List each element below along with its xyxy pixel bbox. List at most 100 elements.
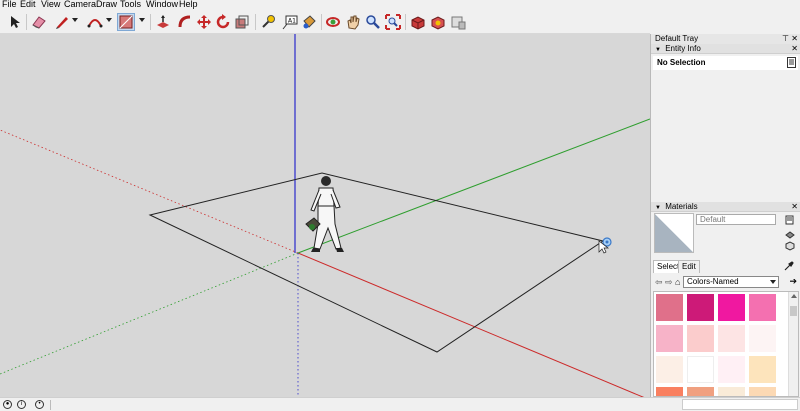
material-swatch-grid bbox=[653, 291, 799, 397]
select-tool-button[interactable] bbox=[6, 13, 24, 31]
follow-me-tool-button[interactable] bbox=[176, 13, 194, 31]
entity-info-close-icon[interactable]: ✕ bbox=[791, 44, 798, 54]
tab-edit[interactable]: Edit bbox=[678, 260, 700, 273]
menu-edit[interactable]: Edit bbox=[20, 0, 36, 9]
material-swatch[interactable] bbox=[718, 325, 745, 352]
move-arrows-icon bbox=[197, 15, 211, 29]
entity-info-body bbox=[651, 72, 800, 202]
line-tool-button[interactable] bbox=[53, 13, 71, 31]
tray-title: Default Tray bbox=[655, 34, 699, 43]
menu-help[interactable]: Help bbox=[179, 0, 198, 9]
entity-details-icon[interactable] bbox=[787, 57, 796, 68]
user-icon[interactable]: • bbox=[35, 400, 44, 409]
pan-tool-button[interactable] bbox=[344, 13, 362, 31]
materials-header[interactable]: ▼ Materials ✕ bbox=[651, 202, 800, 212]
3d-warehouse-button[interactable] bbox=[409, 13, 427, 31]
tape-measure-tool-button[interactable] bbox=[259, 13, 277, 31]
menu-window[interactable]: Window bbox=[146, 0, 178, 9]
move-tool-button[interactable] bbox=[195, 13, 213, 31]
arc-icon bbox=[87, 19, 103, 28]
back-arrow-icon[interactable]: ⇦ bbox=[655, 277, 663, 287]
main-toolbar: A1 bbox=[0, 10, 650, 34]
push-pull-icon bbox=[157, 15, 169, 28]
material-swatch[interactable] bbox=[687, 387, 714, 396]
tray-title-bar: Default Tray ⊤ ✕ bbox=[651, 34, 800, 44]
home-icon[interactable]: ⌂ bbox=[675, 277, 680, 287]
model-viewport[interactable] bbox=[0, 34, 650, 397]
green-axis bbox=[297, 118, 650, 254]
material-swatch[interactable] bbox=[656, 325, 683, 352]
details-arrow-icon[interactable]: ➔ bbox=[789, 276, 797, 287]
rectangle-tool-button[interactable] bbox=[117, 13, 135, 31]
text-label-icon: A1 bbox=[282, 15, 298, 30]
orbit-icon bbox=[326, 17, 340, 27]
material-swatch[interactable] bbox=[718, 356, 745, 383]
eraser-icon bbox=[32, 16, 46, 29]
scale-figure[interactable] bbox=[305, 176, 344, 252]
menu-file[interactable]: File bbox=[2, 0, 17, 9]
scale-icon bbox=[235, 15, 249, 29]
collapse-triangle-icon: ▼ bbox=[655, 47, 661, 53]
material-swatch[interactable] bbox=[718, 294, 745, 321]
material-swatch[interactable] bbox=[749, 387, 776, 396]
credits-icon[interactable]: i bbox=[17, 400, 26, 409]
geo-location-icon[interactable]: ● bbox=[3, 400, 12, 409]
material-swatch[interactable] bbox=[656, 387, 683, 396]
text-tool-button[interactable]: A1 bbox=[281, 13, 299, 31]
arc-tool-button[interactable] bbox=[86, 13, 104, 31]
magnifier-icon bbox=[366, 15, 380, 29]
entity-info-header[interactable]: ▼ Entity Info ✕ bbox=[651, 44, 800, 54]
material-swatch[interactable] bbox=[749, 294, 776, 321]
eyedropper-icon[interactable] bbox=[784, 261, 794, 271]
paint-bucket-icon bbox=[303, 15, 316, 29]
material-swatch[interactable] bbox=[718, 387, 745, 396]
rotate-icon bbox=[216, 14, 230, 29]
swatch-scrollbar[interactable] bbox=[788, 292, 798, 396]
forward-arrow-icon[interactable]: ⇨ bbox=[665, 277, 673, 287]
paint-bucket-tool-button[interactable] bbox=[300, 13, 318, 31]
measurements-box[interactable] bbox=[682, 399, 798, 410]
create-material-icon[interactable] bbox=[785, 230, 795, 240]
pencil-icon bbox=[56, 17, 68, 29]
rotate-tool-button[interactable] bbox=[214, 13, 232, 31]
material-swatch[interactable] bbox=[687, 356, 714, 383]
extension-warehouse-button[interactable] bbox=[429, 13, 447, 31]
scroll-thumb[interactable] bbox=[790, 306, 797, 316]
drawn-rectangle[interactable] bbox=[148, 172, 605, 353]
hand-icon bbox=[347, 15, 360, 30]
material-swatch[interactable] bbox=[687, 294, 714, 321]
zoom-tool-button[interactable] bbox=[364, 13, 382, 31]
scene-canvas bbox=[0, 34, 650, 397]
red-axis-negative bbox=[0, 129, 299, 254]
follow-me-icon bbox=[178, 15, 191, 28]
menu-tools[interactable]: Tools bbox=[120, 0, 141, 9]
collection-select[interactable]: Colors-Named bbox=[683, 276, 779, 288]
material-name-field[interactable]: Default bbox=[696, 214, 776, 225]
pin-icon[interactable]: ⊤ bbox=[782, 34, 789, 44]
arrow-cursor-icon bbox=[11, 16, 20, 28]
sample-paint-icon[interactable] bbox=[785, 241, 795, 251]
scale-tool-button[interactable] bbox=[233, 13, 251, 31]
material-details-icon[interactable] bbox=[785, 215, 795, 225]
close-icon[interactable]: ✕ bbox=[791, 34, 798, 44]
material-swatch[interactable] bbox=[656, 356, 683, 383]
menu-view[interactable]: View bbox=[41, 0, 60, 9]
menu-draw[interactable]: Draw bbox=[96, 0, 117, 9]
scroll-up-icon[interactable] bbox=[791, 294, 797, 298]
extension-warehouse-icon bbox=[431, 16, 445, 30]
material-swatch[interactable] bbox=[749, 356, 776, 383]
materials-close-icon[interactable]: ✕ bbox=[791, 202, 798, 212]
zoom-extents-tool-button[interactable] bbox=[384, 13, 402, 31]
entity-selection-field: No Selection bbox=[653, 56, 798, 70]
extension-manager-icon bbox=[451, 16, 466, 30]
default-tray: Default Tray ⊤ ✕ ▼ Entity Info ✕ No Sele… bbox=[650, 34, 800, 397]
eraser-tool-button[interactable] bbox=[30, 13, 48, 31]
extension-manager-button[interactable] bbox=[449, 13, 467, 31]
material-swatch[interactable] bbox=[749, 325, 776, 352]
collapse-triangle-icon: ▼ bbox=[655, 205, 661, 211]
push-pull-tool-button[interactable] bbox=[154, 13, 172, 31]
orbit-tool-button[interactable] bbox=[324, 13, 342, 31]
material-swatch[interactable] bbox=[687, 325, 714, 352]
material-swatch[interactable] bbox=[656, 294, 683, 321]
menu-camera[interactable]: Camera bbox=[64, 0, 96, 9]
